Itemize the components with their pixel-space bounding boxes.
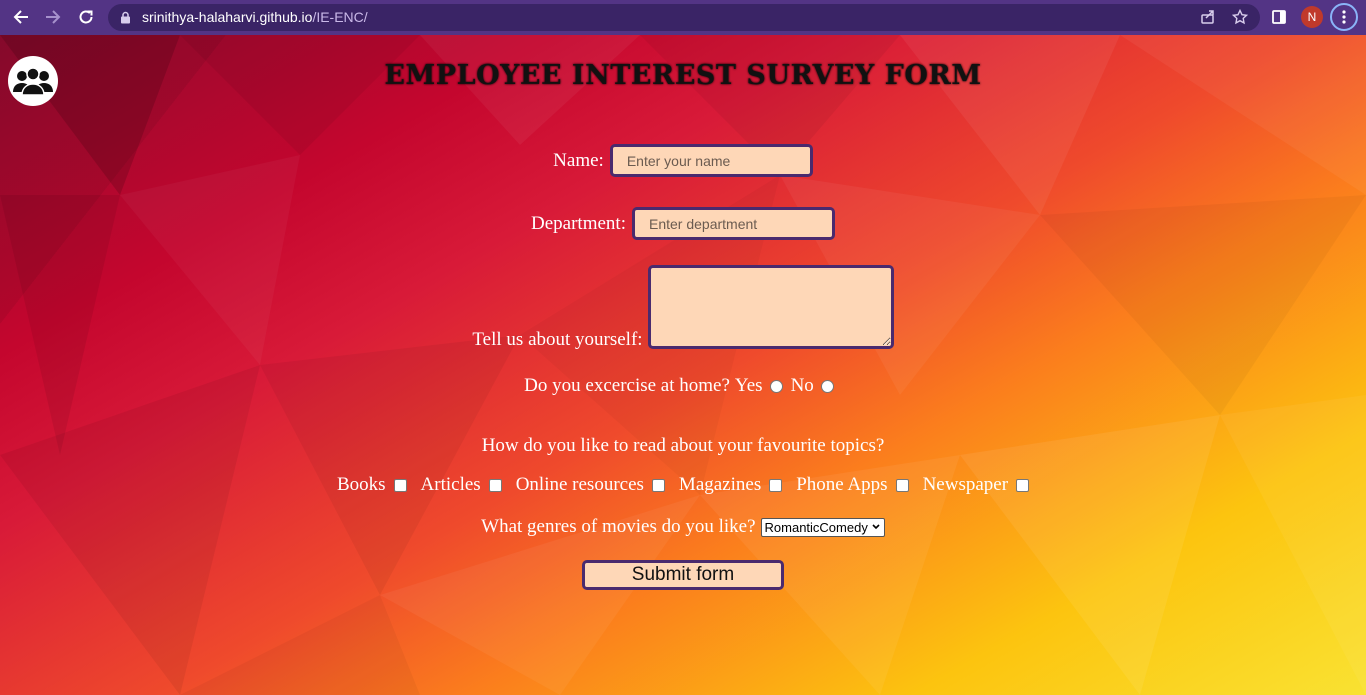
arrow-left-icon	[13, 10, 28, 24]
browser-toolbar: srinithya-halaharvi.github.io/IE-ENC/ N	[0, 0, 1366, 35]
exercise-yes-radio[interactable]	[769, 379, 783, 393]
about-textarea[interactable]	[647, 265, 894, 349]
exercise-yes-label: Yes	[734, 375, 763, 396]
option-articles-label: Articles	[420, 474, 481, 495]
option-newspaper-label: Newspaper	[922, 474, 1009, 495]
exercise-no-label: No	[790, 375, 814, 396]
page-title: EMPLOYEE INTEREST SURVEY FORM	[384, 60, 982, 91]
option-articles-checkbox[interactable]	[488, 478, 502, 492]
exercise-question: Do you excercise at home?	[524, 375, 730, 396]
star-icon	[1232, 9, 1248, 25]
share-button[interactable]	[1196, 5, 1220, 29]
option-phone-apps-label: Phone Apps	[796, 474, 888, 495]
name-label: Name:	[553, 149, 604, 171]
url-host: srinithya-halaharvi.github.io	[142, 9, 313, 25]
share-icon	[1201, 10, 1214, 24]
side-panel-icon	[1272, 10, 1286, 24]
option-magazines-label: Magazines	[678, 474, 762, 495]
side-panel-button[interactable]	[1267, 5, 1291, 29]
option-newspaper-checkbox[interactable]	[1016, 478, 1030, 492]
reload-icon	[79, 10, 93, 24]
name-input[interactable]	[609, 144, 813, 177]
low-poly-background	[0, 35, 1366, 695]
lock-icon	[121, 11, 130, 24]
read-options-row: Books Articles Online resources Magazine…	[0, 474, 1366, 496]
option-books-checkbox[interactable]	[393, 478, 407, 492]
option-online-resources-label: Online resources	[515, 474, 644, 495]
department-row: Department:	[0, 207, 1366, 240]
about-label: Tell us about yourself:	[472, 329, 643, 350]
arrow-right-icon	[46, 10, 61, 24]
movies-genre-select[interactable]: RomanticComedy	[760, 517, 885, 537]
read-question-row: How do you like to read about your favou…	[0, 435, 1366, 457]
name-row: Name:	[0, 144, 1366, 177]
bookmark-button[interactable]	[1228, 5, 1252, 29]
movies-row: What genres of movies do you like? Roman…	[0, 516, 1366, 538]
browser-menu-button[interactable]	[1330, 3, 1358, 31]
reload-button[interactable]	[74, 5, 98, 29]
submit-button[interactable]: Submit form	[582, 560, 784, 590]
exercise-no-radio[interactable]	[820, 379, 834, 393]
profile-avatar[interactable]: N	[1301, 6, 1323, 28]
more-vertical-icon	[1342, 10, 1346, 24]
exercise-row: Do you excercise at home? Yes No	[0, 375, 1366, 397]
forward-button[interactable]	[41, 5, 65, 29]
address-bar[interactable]: srinithya-halaharvi.github.io/IE-ENC/	[108, 4, 1260, 31]
option-phone-apps-checkbox[interactable]	[895, 478, 909, 492]
option-online-resources-checkbox[interactable]	[651, 478, 665, 492]
chevron-down-icon	[872, 524, 880, 530]
page-background: EMPLOYEE INTEREST SURVEY FORM Name: Depa…	[0, 35, 1366, 695]
movies-genre-selected: RomanticComedy	[764, 519, 868, 535]
about-row: Tell us about yourself:	[0, 265, 1366, 350]
url-text: srinithya-halaharvi.github.io/IE-ENC/	[142, 9, 368, 25]
url-path: /IE-ENC/	[312, 9, 368, 25]
back-button[interactable]	[9, 5, 33, 29]
option-books-label: Books	[336, 474, 386, 495]
read-question: How do you like to read about your favou…	[481, 435, 885, 456]
option-magazines-checkbox[interactable]	[769, 478, 783, 492]
department-label: Department:	[531, 212, 626, 234]
movies-question: What genres of movies do you like?	[481, 516, 756, 537]
department-input[interactable]	[631, 207, 835, 240]
